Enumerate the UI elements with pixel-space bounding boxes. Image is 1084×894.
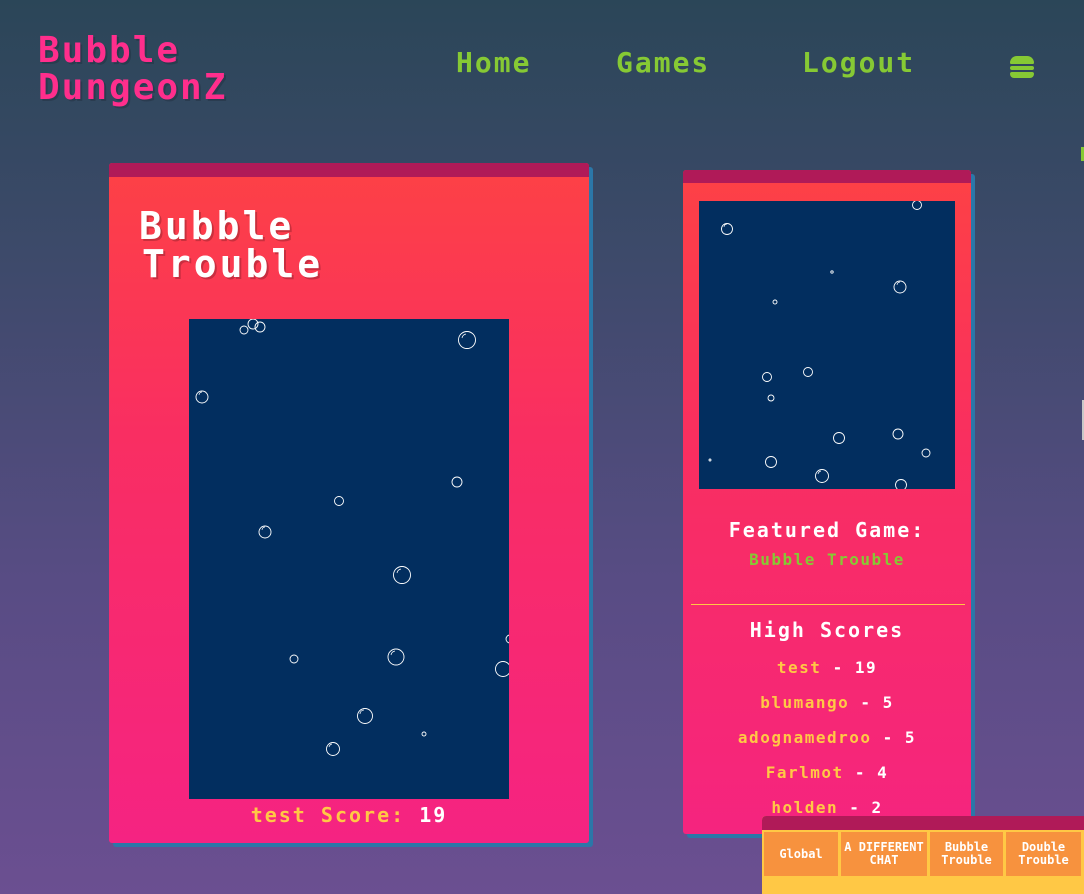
score-label: Score: [320, 803, 406, 827]
high-score-value: 4 [877, 763, 889, 782]
bubble [258, 525, 272, 539]
high-score-separator: - [832, 658, 855, 677]
game-title: Bubble Trouble [139, 207, 439, 283]
score-player-name: test [250, 803, 307, 827]
high-score-row: blumango - 5 [683, 693, 971, 728]
hamburger-middle [1010, 66, 1034, 70]
bubble [895, 479, 907, 489]
bubble [708, 458, 712, 462]
high-scores-list: test - 19 blumango - 5 adognamedroo - 5 … [683, 658, 971, 833]
brand-line-1: Bubble [38, 30, 181, 71]
hamburger-icon[interactable] [1010, 56, 1034, 78]
bubble [505, 634, 509, 644]
bubble [815, 469, 829, 483]
high-score-separator: - [860, 693, 883, 712]
game-title-line-2: Trouble [142, 242, 324, 286]
bubble [334, 496, 344, 506]
high-scores-title: High Scores [749, 618, 905, 642]
bubble [239, 325, 249, 335]
bubble [803, 367, 813, 377]
bubble [762, 372, 772, 382]
section-divider [691, 604, 965, 605]
hamburger-top [1010, 56, 1034, 64]
game-canvas[interactable] [189, 319, 509, 799]
high-score-value: 19 [854, 658, 878, 677]
bubble [772, 299, 778, 305]
bubble [458, 331, 476, 349]
bubble [326, 742, 340, 756]
card-top-bar [683, 170, 971, 183]
game-card: Bubble Trouble test Score: 19 [109, 163, 589, 843]
chat-tab-double-trouble[interactable]: Double Trouble [1005, 831, 1082, 877]
site-logo[interactable]: Bubble DungeonZ [38, 32, 328, 106]
bubble [765, 456, 777, 468]
nav-home-link[interactable]: Home [456, 46, 566, 79]
featured-game-preview[interactable] [699, 201, 955, 489]
bubble [451, 476, 463, 488]
chat-tab-a-different-chat[interactable]: A DIFFERENT CHAT [840, 831, 928, 877]
high-score-value: 5 [882, 693, 894, 712]
high-score-row: Farlmot - 4 [683, 763, 971, 798]
nav-logout-link[interactable]: Logout [802, 46, 962, 79]
bubble [893, 280, 907, 294]
bubble [495, 661, 509, 677]
bubble [289, 654, 299, 664]
nav-games-link[interactable]: Games [616, 46, 746, 79]
featured-game-label: Featured Game: [728, 518, 926, 542]
high-score-user: blumango [760, 693, 850, 712]
bubble [912, 201, 922, 210]
high-score-value: 2 [871, 798, 883, 817]
chat-bar: Global A DIFFERENT CHAT Bubble Trouble D… [762, 816, 1084, 894]
chat-tab-bubble-trouble[interactable]: Bubble Trouble [929, 831, 1004, 877]
high-score-row: adognamedroo - 5 [683, 728, 971, 763]
score-value: 19 [419, 803, 448, 827]
bubble [892, 428, 904, 440]
bubble [387, 648, 405, 666]
bubble [393, 566, 411, 584]
high-score-row: test - 19 [683, 658, 971, 693]
high-score-user: holden [771, 798, 839, 817]
high-score-user: Farlmot [765, 763, 844, 782]
brand-line-2: DungeonZ [38, 67, 228, 108]
bubble [357, 708, 373, 724]
high-score-separator: - [854, 763, 878, 782]
chat-bar-top[interactable] [762, 816, 1084, 830]
high-score-user: test [776, 658, 822, 677]
bubble [721, 223, 733, 235]
bubble [833, 432, 845, 444]
bubble [830, 270, 834, 274]
high-score-user: adognamedroo [737, 728, 872, 747]
game-bubbles [195, 319, 509, 756]
bubble [195, 390, 209, 404]
chat-tab-global[interactable]: Global [763, 831, 839, 877]
preview-bubbles [708, 201, 931, 489]
high-score-separator: - [849, 798, 872, 817]
featured-game-card: Featured Game: Bubble Trouble High Score… [683, 170, 971, 834]
card-top-bar [109, 163, 589, 177]
bubble [767, 394, 775, 402]
hamburger-bottom [1010, 72, 1034, 78]
score-display: test Score: 19 [109, 803, 589, 827]
bubble [421, 731, 427, 737]
featured-game-link[interactable]: Bubble Trouble [683, 550, 971, 569]
high-score-value: 5 [904, 728, 917, 747]
high-score-separator: - [882, 728, 905, 747]
game-title-line-1: Bubble [139, 204, 295, 248]
bubble [921, 448, 931, 458]
